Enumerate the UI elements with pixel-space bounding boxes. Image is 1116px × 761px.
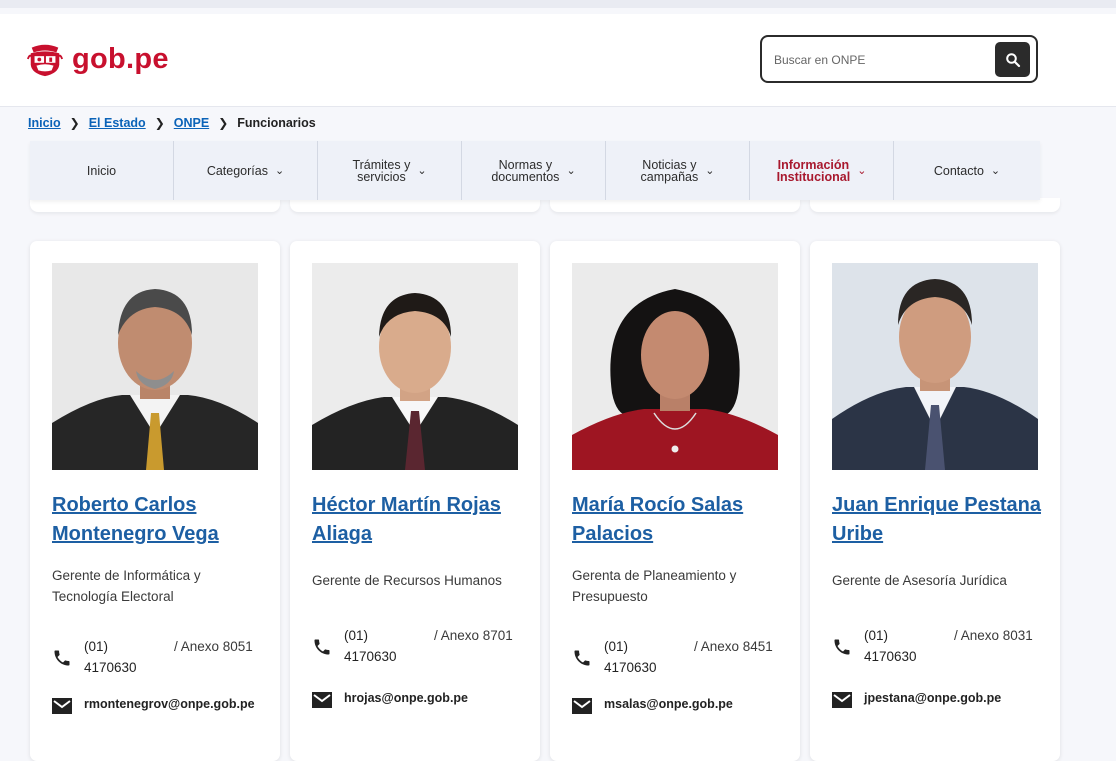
nav-item-noticias[interactable]: Noticias y campañas ⌄ xyxy=(606,141,750,200)
nav-item-label: Categorías xyxy=(206,163,268,178)
official-role: Gerenta de Planeamiento y Presupuesto xyxy=(572,568,737,604)
nav-item-label: Noticias y campañas xyxy=(640,157,699,184)
mail-icon xyxy=(572,698,592,714)
official-card: Juan Enrique Pestana Uribe Gerente de As… xyxy=(810,241,1060,761)
nav-item-label: Normas y documentos xyxy=(491,157,560,184)
official-photo xyxy=(572,263,778,470)
breadcrumb-current: Funcionarios xyxy=(237,116,316,130)
official-anexo: / Anexo 8051 xyxy=(174,639,253,654)
chevron-down-icon: ⌄ xyxy=(990,164,1001,177)
official-phone: (01) 4170630 xyxy=(84,639,137,675)
nav-item-label: Inicio xyxy=(86,163,117,178)
official-email[interactable]: hrojas@onpe.gob.pe xyxy=(344,691,468,705)
breadcrumb: Inicio ❯ El Estado ❯ ONPE ❯ Funcionarios xyxy=(28,116,316,130)
mail-icon xyxy=(832,692,852,708)
mail-icon xyxy=(312,692,332,708)
card-edge xyxy=(290,198,540,212)
chevron-down-icon: ⌄ xyxy=(705,164,715,177)
official-email[interactable]: rmontenegrov@onpe.gob.pe xyxy=(84,697,255,711)
official-name-link[interactable]: Roberto Carlos Montenegro Vega xyxy=(52,491,267,549)
site-header: gob.pe xyxy=(0,14,1116,107)
nav-item-tramites[interactable]: Trámites y servicios ⌄ xyxy=(318,141,462,200)
official-email[interactable]: msalas@onpe.gob.pe xyxy=(604,697,733,711)
breadcrumb-link-onpe[interactable]: ONPE xyxy=(174,116,209,130)
nav-item-label: Contacto xyxy=(933,163,984,178)
official-phone: (01) 4170630 xyxy=(344,628,397,664)
nav-item-label: Trámites y servicios xyxy=(352,157,411,184)
breadcrumb-link-el-estado[interactable]: El Estado xyxy=(89,116,146,130)
nav-item-label: Información Institucional xyxy=(776,157,851,184)
breadcrumb-chevron-icon: ❯ xyxy=(69,116,80,130)
search-icon xyxy=(1005,52,1020,67)
chevron-down-icon: ⌄ xyxy=(566,164,576,177)
official-name-link[interactable]: Héctor Martín Rojas Aliaga xyxy=(312,491,527,549)
chevron-down-icon: ⌄ xyxy=(857,164,867,177)
card-edge xyxy=(810,198,1060,212)
official-photo xyxy=(832,263,1038,470)
official-name-link[interactable]: María Rocío Salas Palacios xyxy=(572,491,787,549)
mail-icon xyxy=(52,698,72,714)
chevron-down-icon: ⌄ xyxy=(417,164,427,177)
official-card: Héctor Martín Rojas Aliaga Gerente de Re… xyxy=(290,241,540,761)
official-card: María Rocío Salas Palacios Gerenta de Pl… xyxy=(550,241,800,761)
card-edge xyxy=(550,198,800,212)
main-nav: Inicio Categorías ⌄ Trámites y servicios… xyxy=(30,141,1040,200)
top-strip xyxy=(0,0,1116,8)
nav-item-inicio[interactable]: Inicio xyxy=(30,141,174,200)
search-input[interactable] xyxy=(772,47,986,73)
phone-icon xyxy=(314,639,330,655)
official-phone: (01) 4170630 xyxy=(864,628,917,664)
phone-icon xyxy=(834,639,850,655)
logo-text: gob.pe xyxy=(72,42,169,75)
gob-pe-logo[interactable]: gob.pe xyxy=(26,40,169,78)
official-phone: (01) 4170630 xyxy=(604,639,657,675)
official-photo xyxy=(312,263,518,470)
breadcrumb-chevron-icon: ❯ xyxy=(154,116,165,130)
official-role: Gerente de Recursos Humanos xyxy=(312,573,502,588)
official-card: Roberto Carlos Montenegro Vega Gerente d… xyxy=(30,241,280,761)
peru-coat-of-arms-icon xyxy=(26,44,64,77)
official-anexo: / Anexo 8031 xyxy=(954,628,1033,643)
breadcrumb-chevron-icon: ❯ xyxy=(218,116,229,130)
official-photo xyxy=(52,263,258,470)
official-name-link[interactable]: Juan Enrique Pestana Uribe xyxy=(832,491,1047,549)
official-role: Gerente de Informática y Tecnología Elec… xyxy=(52,568,201,604)
official-email[interactable]: jpestana@onpe.gob.pe xyxy=(864,691,1001,705)
search-button[interactable] xyxy=(995,42,1030,77)
search-box xyxy=(760,35,1038,83)
chevron-down-icon: ⌄ xyxy=(274,164,285,177)
nav-item-contacto[interactable]: Contacto ⌄ xyxy=(894,141,1040,200)
nav-item-normas[interactable]: Normas y documentos ⌄ xyxy=(462,141,606,200)
official-role: Gerente de Asesoría Jurídica xyxy=(832,573,1007,588)
breadcrumb-link-inicio[interactable]: Inicio xyxy=(28,116,61,130)
nav-item-categorias[interactable]: Categorías ⌄ xyxy=(174,141,318,200)
nav-item-informacion-institucional[interactable]: Información Institucional ⌄ xyxy=(750,141,894,200)
phone-icon xyxy=(54,650,70,666)
official-anexo: / Anexo 8451 xyxy=(694,639,773,654)
phone-icon xyxy=(574,650,590,666)
card-edge xyxy=(30,198,280,212)
official-anexo: / Anexo 8701 xyxy=(434,628,513,643)
